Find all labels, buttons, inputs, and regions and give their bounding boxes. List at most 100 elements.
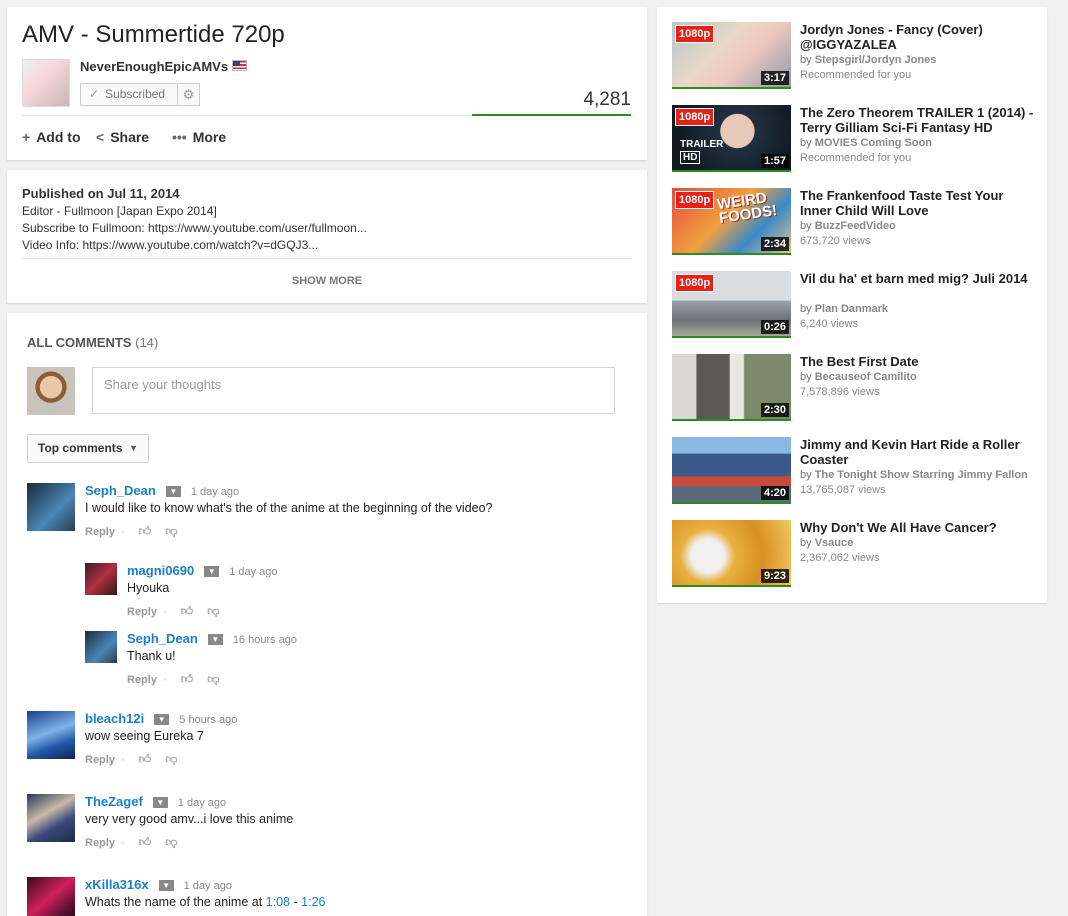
comment-author[interactable]: xKilla316x <box>85 877 149 892</box>
comment-reply: magni0690 ▼ 1 day ago Hyouka Reply · 👍︎ 👎︎ <box>85 563 625 618</box>
comment-time: 5 hours ago <box>179 714 238 726</box>
more-button[interactable]: ••• More <box>172 129 226 145</box>
reply-button[interactable]: Reply <box>85 526 115 538</box>
channel-link[interactable]: Stepsgirl/Jordyn Jones <box>815 54 937 66</box>
related-video-title[interactable]: The Zero Theorem TRAILER 1 (2014) - Terr… <box>800 105 1035 135</box>
thumbs-down-icon[interactable]: 👎︎ <box>165 835 177 849</box>
video-thumbnail[interactable]: 1080p 0:26 <box>672 271 791 338</box>
related-video-item[interactable]: 1080p 0:26 Vil du ha' et barn med mig? J… <box>672 271 1032 341</box>
related-video-item[interactable]: 2:30 The Best First Date by Becauseof Ca… <box>672 354 1032 424</box>
comment-text: Thank u! <box>127 649 176 663</box>
related-video-item[interactable]: 1080p 3:17 Jordyn Jones - Fancy (Cover) … <box>672 22 1032 92</box>
avatar[interactable] <box>27 483 75 531</box>
thumbs-down-icon[interactable]: 👎︎ <box>207 604 219 618</box>
separator: · <box>120 837 125 849</box>
thumbs-up-icon[interactable]: 👍︎ <box>139 752 152 766</box>
description-card: Published on Jul 11, 2014 Editor - Fullm… <box>7 170 647 303</box>
related-video-title[interactable]: Jordyn Jones - Fancy (Cover) @IGGYAZALEA <box>800 22 1035 52</box>
comment-author[interactable]: bleach12i <box>85 711 144 726</box>
channel-link[interactable]: Plan Danmark <box>815 303 888 315</box>
related-video-title[interactable]: Why Don't We All Have Cancer? <box>800 520 1035 535</box>
thumbs-up-icon[interactable]: 👍︎ <box>181 672 194 686</box>
channel-name[interactable]: NeverEnoughEpicAMVs <box>80 59 228 74</box>
comment-author[interactable]: magni0690 <box>127 563 194 578</box>
related-video-meta: 7,578,896 views <box>800 386 880 398</box>
thumbs-down-icon[interactable]: 👎︎ <box>165 752 177 766</box>
hd-badge: 1080p <box>675 191 715 209</box>
flag-icon[interactable]: ▼ <box>165 486 181 497</box>
comment: bleach12i ▼ 5 hours ago wow seeing Eureka … <box>27 711 627 771</box>
comment-author-row: bleach12i ▼ 5 hours ago <box>85 711 237 726</box>
comment-author[interactable]: Seph_Dean <box>85 483 156 498</box>
timestamp-link[interactable]: 1:08 <box>266 895 290 909</box>
add-to-button[interactable]: + Add to <box>22 129 81 145</box>
video-thumbnail[interactable]: 1080p WEIRD FOODS! 2:34 <box>672 188 791 255</box>
comment-text: I would like to know what's the of the a… <box>85 501 493 515</box>
like-ratio-bar <box>472 114 631 116</box>
video-thumbnail[interactable]: 1080p TRAILER HD 1:57 <box>672 105 791 172</box>
video-thumbnail[interactable]: 9:23 <box>672 520 791 587</box>
comment-actions: Reply · 👍︎ 👎︎ <box>85 752 177 767</box>
channel-avatar[interactable] <box>22 59 70 107</box>
avatar[interactable] <box>27 877 75 916</box>
comment-text: Whats the name of the anime at 1:08 - 1:… <box>85 895 326 909</box>
subscribe-button[interactable]: ✓ Subscribed <box>80 83 178 106</box>
channel-link[interactable]: The Tonight Show Starring Jimmy Fallon <box>815 469 1028 481</box>
thumbs-down-icon[interactable]: 👎︎ <box>207 672 219 686</box>
thumbs-up-icon[interactable]: 👍︎ <box>139 835 152 849</box>
related-video-item[interactable]: 1080p TRAILER HD 1:57 The Zero Theorem T… <box>672 105 1035 175</box>
channel-link[interactable]: Becauseof Camilito <box>815 371 917 383</box>
show-more-button[interactable]: SHOW MORE <box>7 275 647 287</box>
reply-button[interactable]: Reply <box>85 754 115 766</box>
hd-overlay: HD <box>680 151 701 164</box>
related-video-title[interactable]: Vil du ha' et barn med mig? Juli 2014 <box>800 271 1035 286</box>
view-count: 4,281 <box>583 89 631 110</box>
comments-heading-label: ALL COMMENTS <box>27 335 132 350</box>
flag-icon[interactable]: ▼ <box>207 634 223 645</box>
comment-reply: Seph_Dean ▼ 16 hours ago Thank u! Reply · 👍︎… <box>85 631 625 686</box>
comment-author[interactable]: Seph_Dean <box>127 631 198 646</box>
thumbs-up-icon[interactable]: 👍︎ <box>139 524 152 538</box>
avatar[interactable] <box>27 711 75 759</box>
video-thumbnail[interactable]: 1080p 3:17 <box>672 22 791 89</box>
flag-icon[interactable]: ▼ <box>204 566 220 577</box>
video-thumbnail[interactable]: 4:20 <box>672 437 791 504</box>
related-video-title[interactable]: The Frankenfood Taste Test Your Inner Ch… <box>800 188 1035 218</box>
chevron-down-icon: ▼ <box>129 443 138 453</box>
related-video-title[interactable]: The Best First Date <box>800 354 1035 369</box>
duration-badge: 1:57 <box>760 154 789 168</box>
avatar[interactable] <box>85 631 117 663</box>
share-button[interactable]: < Share <box>96 129 149 145</box>
thumbs-up-icon[interactable]: 👍︎ <box>181 604 194 618</box>
flag-icon[interactable]: ▼ <box>154 714 170 725</box>
comment-author-row: Seph_Dean ▼ 16 hours ago <box>127 631 297 646</box>
comment-input[interactable]: Share your thoughts <box>92 367 615 414</box>
related-video-meta: 2,367,062 views <box>800 552 880 564</box>
related-video-item[interactable]: 9:23 Why Don't We All Have Cancer? by Vs… <box>672 520 1032 590</box>
subscription-settings-gear-icon[interactable]: ⚙ <box>178 83 200 106</box>
duration-badge: 4:20 <box>760 486 789 500</box>
comment-actions: Reply · 👍︎ 👎︎ <box>85 835 177 850</box>
related-video-channel: by MOVIES Coming Soon <box>800 137 932 149</box>
comment-time: 1 day ago <box>190 486 240 498</box>
comment-author[interactable]: TheZagef <box>85 794 143 809</box>
channel-link[interactable]: MOVIES Coming Soon <box>815 137 932 149</box>
flag-icon[interactable]: ▼ <box>158 880 174 891</box>
reply-button[interactable]: Reply <box>85 837 115 849</box>
related-video-title[interactable]: Jimmy and Kevin Hart Ride a Roller Coast… <box>800 437 1035 467</box>
related-video-item[interactable]: 4:20 Jimmy and Kevin Hart Ride a Roller … <box>672 437 1032 507</box>
sort-comments-dropdown[interactable]: Top comments ▼ <box>27 434 149 463</box>
timestamp-link[interactable]: 1:26 <box>301 895 325 909</box>
comment-time: 1 day ago <box>183 880 232 892</box>
reply-button[interactable]: Reply <box>127 674 157 686</box>
video-thumbnail[interactable]: 2:30 <box>672 354 791 421</box>
related-video-item[interactable]: 1080p WEIRD FOODS! 2:34 The Frankenfood … <box>672 188 1032 258</box>
avatar[interactable] <box>85 563 117 595</box>
channel-link[interactable]: Vsauce <box>815 537 854 549</box>
thumbs-down-icon[interactable]: 👎︎ <box>165 524 177 538</box>
reply-button[interactable]: Reply <box>127 606 157 618</box>
flag-icon[interactable]: ▼ <box>152 797 168 808</box>
channel-link[interactable]: BuzzFeedVideo <box>815 220 896 232</box>
avatar[interactable] <box>27 794 75 842</box>
duration-badge: 3:17 <box>760 71 789 85</box>
